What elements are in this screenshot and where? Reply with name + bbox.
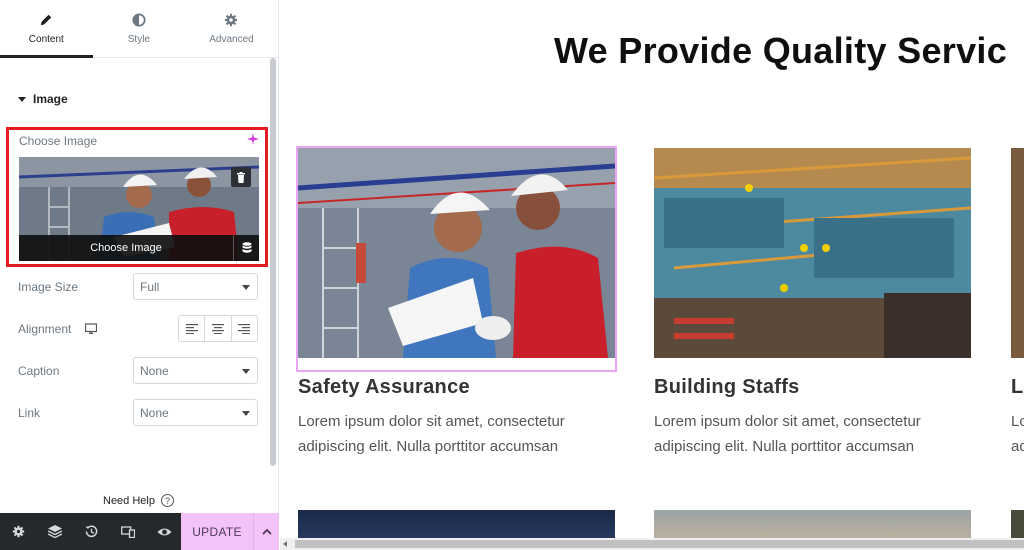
caption-control: Caption None — [18, 357, 258, 384]
trash-icon — [237, 171, 245, 183]
card-image[interactable] — [654, 148, 971, 358]
align-left-icon — [185, 323, 198, 334]
chevron-down-icon — [242, 411, 250, 416]
card-title: Building Staffs — [654, 376, 800, 398]
eye-icon — [157, 528, 172, 535]
choose-image-bar: Choose Image — [19, 235, 259, 261]
service-card-safety[interactable]: Safety Assurance Lorem ipsum dolor sit a… — [296, 146, 617, 459]
alignment-control: Alignment — [18, 315, 258, 342]
service-card-partial[interactable]: L Lo ad — [1011, 148, 1024, 459]
pencil-icon — [41, 14, 52, 26]
page-title: We Provide Quality Servic — [554, 30, 1008, 71]
caption-select[interactable]: None — [133, 357, 258, 384]
card-title: L — [1011, 376, 1024, 398]
tab-advanced-label: Advanced — [209, 34, 254, 45]
panel-scrollbar[interactable] — [270, 58, 276, 466]
alignment-buttons — [178, 315, 258, 342]
remove-image-button[interactable] — [231, 167, 251, 187]
card-text: Lo ad — [1011, 409, 1024, 459]
need-help-label: Need Help — [103, 494, 155, 507]
elementor-editor: Content Style Advanced Image Choose Imag… — [0, 0, 1024, 550]
responsive-icon — [121, 525, 136, 538]
card-text-line: adipiscing elit. Nulla porttitor accumsa… — [654, 438, 915, 455]
image-size-label: Image Size — [18, 279, 79, 294]
tab-content-label: Content — [28, 34, 64, 45]
choose-image-label: Choose Image — [19, 134, 98, 148]
section-title: Image — [33, 92, 68, 106]
tab-content[interactable]: Content — [0, 0, 93, 58]
align-right-button[interactable] — [232, 316, 257, 341]
card-text-line: ad — [1011, 438, 1024, 455]
dynamic-tags-button[interactable] — [233, 235, 259, 261]
align-center-icon — [211, 323, 224, 334]
align-center-button[interactable] — [205, 316, 232, 341]
chevron-down-icon — [242, 369, 250, 374]
link-control: Link None — [18, 399, 258, 426]
panel-footer: UPDATE — [0, 513, 279, 550]
chevron-down-icon — [242, 285, 250, 290]
card-image-selected[interactable] — [296, 146, 617, 372]
half-circle-icon — [132, 13, 146, 27]
card-text: Lorem ipsum dolor sit amet, consectetur … — [654, 409, 971, 459]
database-icon — [242, 242, 251, 253]
preview-button[interactable] — [146, 513, 183, 550]
image-size-select[interactable]: Full — [133, 273, 258, 300]
settings-button[interactable] — [0, 513, 37, 550]
page-preview: We Provide Quality Servic Safety Assuran… — [280, 0, 1024, 550]
caption-label: Caption — [18, 363, 60, 378]
align-left-button[interactable] — [179, 316, 206, 341]
service-card-staffs[interactable]: Building Staffs Lorem ipsum dolor sit am… — [654, 148, 971, 459]
tab-advanced[interactable]: Advanced — [185, 0, 278, 58]
desktop-icon[interactable] — [85, 322, 98, 335]
panel-tabs: Content Style Advanced — [0, 0, 278, 58]
choose-image-button[interactable]: Choose Image — [19, 242, 233, 254]
card-title: Safety Assurance — [298, 376, 470, 398]
save-options-button[interactable] — [253, 513, 279, 550]
scroll-left-icon — [283, 541, 287, 547]
card-text-line: Lorem ipsum dolor sit amet, consectetur — [654, 413, 921, 430]
history-button[interactable] — [73, 513, 110, 550]
construction-site-photo — [654, 148, 971, 358]
image-size-value: Full — [140, 280, 160, 294]
align-right-icon — [238, 323, 251, 334]
section-image-toggle[interactable]: Image — [18, 92, 68, 106]
ai-sparkle-icon[interactable] — [247, 133, 259, 145]
gear-icon — [12, 525, 24, 538]
alignment-label: Alignment — [18, 321, 72, 336]
image-size-control: Image Size Full — [18, 273, 258, 300]
horizontal-scrollbar[interactable] — [280, 538, 1024, 550]
question-icon: ? — [160, 494, 174, 507]
editor-panel: Content Style Advanced Image Choose Imag… — [0, 0, 279, 550]
choose-image-control: Choose Image Choose Image — [6, 127, 268, 267]
update-button[interactable]: UPDATE — [181, 513, 253, 550]
link-select[interactable]: None — [133, 399, 258, 426]
responsive-mode-button[interactable] — [110, 513, 147, 550]
layers-icon — [47, 525, 62, 538]
need-help-link[interactable]: Need Help ? — [103, 494, 174, 507]
navigator-button[interactable] — [37, 513, 74, 550]
card-text-line: Lorem ipsum dolor sit amet, consectetur — [298, 413, 565, 430]
chevron-up-icon — [261, 528, 272, 535]
card-text-line: adipiscing elit. Nulla porttitor accumsa… — [298, 438, 559, 455]
caption-value: None — [140, 364, 169, 378]
history-icon — [85, 525, 98, 538]
card-image[interactable] — [1011, 148, 1024, 358]
link-value: None — [140, 406, 169, 420]
caret-down-icon — [18, 96, 26, 102]
image-thumbnail[interactable]: Choose Image — [19, 157, 259, 261]
workers-photo — [298, 148, 615, 358]
scrollbar-thumb[interactable] — [295, 540, 1024, 548]
card-text: Lorem ipsum dolor sit amet, consectetur … — [298, 409, 615, 459]
card-text-line: Lo — [1011, 413, 1024, 430]
gear-icon — [225, 13, 238, 27]
tab-style-label: Style — [127, 34, 150, 45]
tab-style[interactable]: Style — [93, 0, 186, 58]
link-label: Link — [18, 405, 41, 420]
